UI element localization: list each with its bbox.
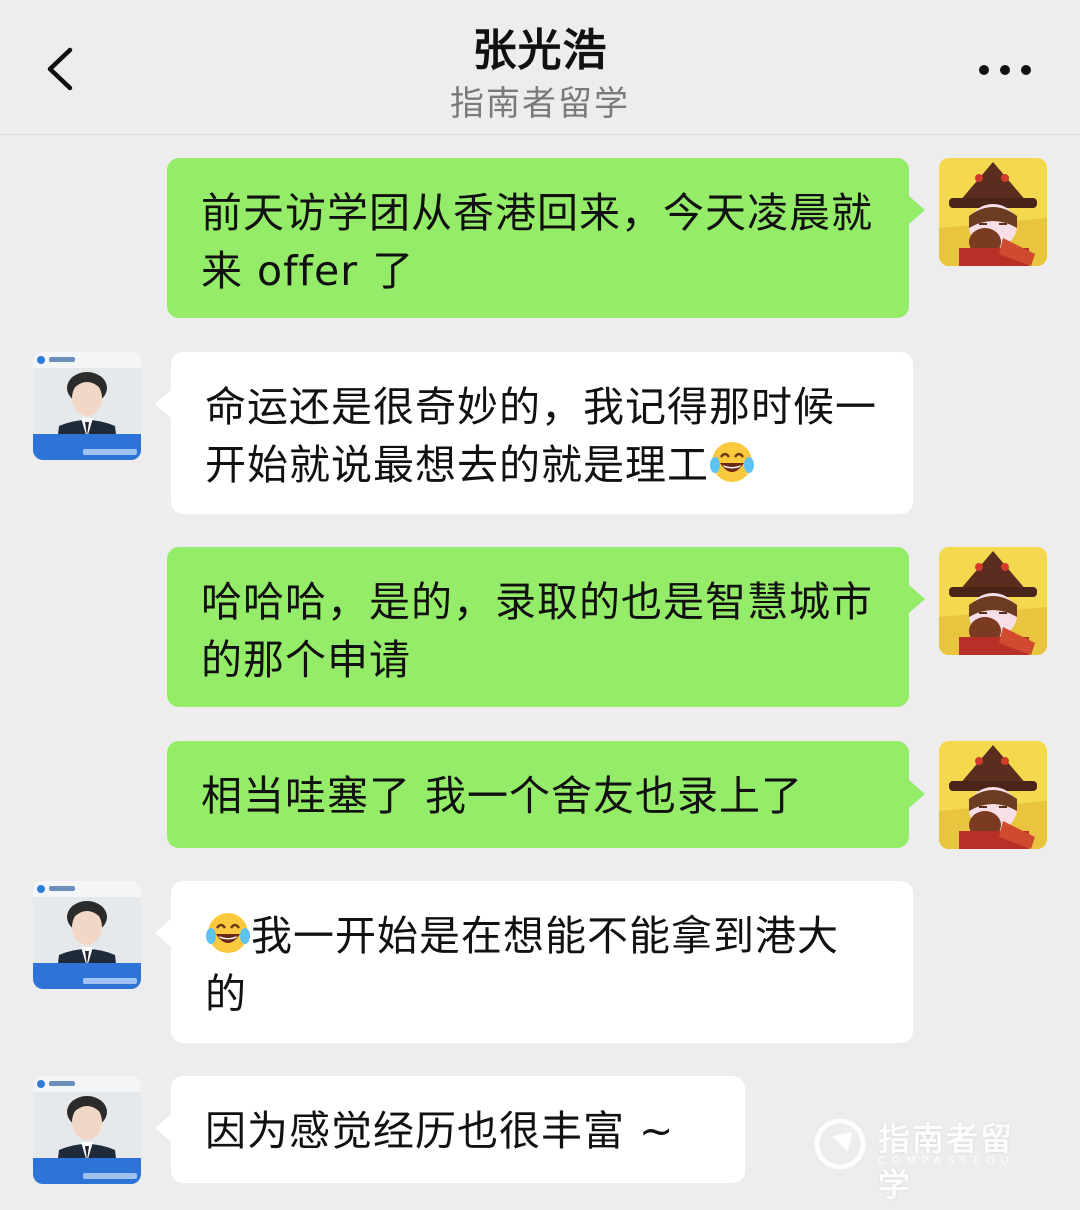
watermark: 指南者留学 COMPASSEDU xyxy=(812,1110,1042,1204)
chat-header: 张光浩 指南者留学 xyxy=(0,0,1080,135)
message-text: 前天访学团从香港回来，今天凌晨就来 offer 了 xyxy=(201,189,873,295)
my-avatar[interactable] xyxy=(939,547,1047,655)
bubble-tail xyxy=(909,196,925,224)
chat-subtitle: 指南者留学 xyxy=(450,84,630,124)
laughing-tears-emoji-icon xyxy=(205,910,251,956)
watermark-subtext: COMPASSEDU xyxy=(878,1154,1015,1167)
bubble-tail xyxy=(155,1114,171,1142)
my-avatar[interactable] xyxy=(939,741,1047,849)
bubble-tail xyxy=(155,390,171,418)
message-text: 相当哇塞了 我一个舍友也录上了 xyxy=(201,772,804,820)
message-text: 因为感觉经历也很丰富 ~ xyxy=(205,1107,675,1155)
bubble-tail xyxy=(155,919,171,947)
more-dots-icon[interactable] xyxy=(970,50,1040,90)
bubble-tail xyxy=(909,780,925,808)
contact-message-bubble[interactable]: 因为感觉经历也很丰富 ~ xyxy=(171,1076,745,1183)
contact-avatar[interactable] xyxy=(33,352,141,460)
bubble-tail xyxy=(909,585,925,613)
contact-avatar[interactable] xyxy=(33,881,141,989)
my-message-bubble[interactable]: 前天访学团从香港回来，今天凌晨就来 offer 了 xyxy=(167,158,909,318)
contact-message-bubble[interactable]: 我一开始是在想能不能拿到港大的 xyxy=(171,881,913,1043)
my-message-bubble[interactable]: 相当哇塞了 我一个舍友也录上了 xyxy=(167,741,909,848)
message-text: 命运还是很奇妙的，我记得那时候一开始就说最想去的就是理工 xyxy=(205,383,877,489)
my-avatar[interactable] xyxy=(939,158,1047,266)
message-text: 哈哈哈，是的，录取的也是智慧城市的那个申请 xyxy=(201,578,873,684)
compass-logo-icon xyxy=(814,1118,866,1170)
chat-title: 张光浩 xyxy=(472,25,608,76)
laughing-tears-emoji-icon xyxy=(709,439,755,485)
my-message-bubble[interactable]: 哈哈哈，是的，录取的也是智慧城市的那个申请 xyxy=(167,547,909,707)
message-text: 我一开始是在想能不能拿到港大的 xyxy=(205,912,839,1018)
contact-avatar[interactable] xyxy=(33,1076,141,1184)
contact-message-bubble[interactable]: 命运还是很奇妙的，我记得那时候一开始就说最想去的就是理工 xyxy=(171,352,913,514)
